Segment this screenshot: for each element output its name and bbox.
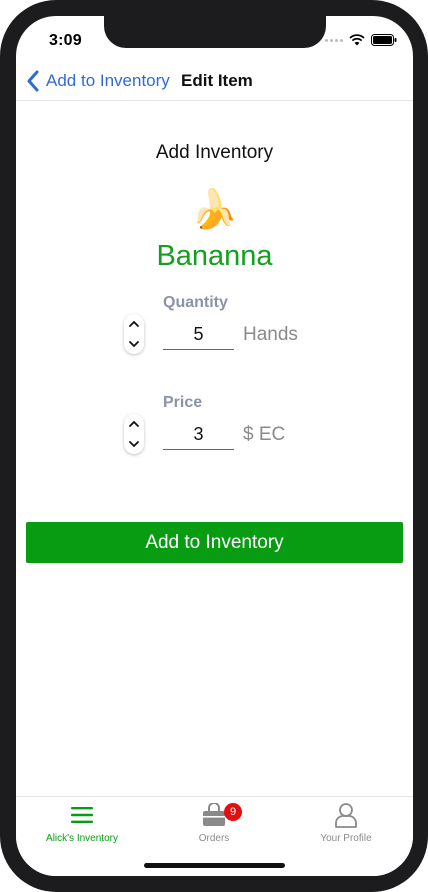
price-stepper[interactable] xyxy=(124,414,144,454)
orders-badge: 9 xyxy=(224,803,242,821)
navigation-bar: Add to Inventory Edit Item xyxy=(16,61,413,101)
status-time: 3:09 xyxy=(49,32,82,49)
signal-icon xyxy=(325,38,343,42)
banana-icon: 🍌 xyxy=(190,189,239,231)
chevron-up-icon[interactable] xyxy=(128,419,140,429)
tab-orders[interactable]: 9 Orders xyxy=(148,801,280,844)
price-unit: $ EC xyxy=(243,424,286,445)
quantity-label: Quantity xyxy=(163,294,228,311)
menu-icon xyxy=(71,807,93,823)
battery-icon xyxy=(371,34,397,46)
nav-title: Edit Item xyxy=(181,71,253,90)
tab-label: Your Profile xyxy=(320,833,372,844)
product-name: Bananna xyxy=(156,240,273,272)
price-input[interactable] xyxy=(163,420,234,450)
quantity-input[interactable] xyxy=(163,320,234,350)
chevron-left-icon xyxy=(27,70,39,92)
back-button[interactable]: Add to Inventory xyxy=(24,69,170,93)
status-icons xyxy=(325,34,397,46)
section-title: Add Inventory xyxy=(155,142,274,163)
chevron-down-icon[interactable] xyxy=(128,339,140,349)
add-to-inventory-button[interactable]: Add to Inventory xyxy=(26,522,403,563)
price-label: Price xyxy=(163,394,203,411)
back-button-label: Add to Inventory xyxy=(46,71,170,90)
home-indicator xyxy=(144,863,285,868)
tab-label: Alick's Inventory xyxy=(46,833,118,844)
phone-frame: 3:09 Add to Inventory Edit Item Add Inve… xyxy=(0,0,428,892)
wifi-icon xyxy=(349,34,365,46)
device-notch xyxy=(104,16,326,48)
chevron-down-icon[interactable] xyxy=(128,439,140,449)
shopping-bag-icon xyxy=(203,803,225,826)
chevron-up-icon[interactable] xyxy=(128,319,140,329)
tab-profile[interactable]: Your Profile xyxy=(280,801,412,844)
person-icon xyxy=(335,803,357,828)
tab-inventory[interactable]: Alick's Inventory xyxy=(16,801,148,844)
app-screen: 3:09 Add to Inventory Edit Item Add Inve… xyxy=(16,16,413,876)
tab-label: Orders xyxy=(198,833,230,844)
quantity-unit: Hands xyxy=(243,324,298,345)
quantity-stepper[interactable] xyxy=(124,314,144,354)
